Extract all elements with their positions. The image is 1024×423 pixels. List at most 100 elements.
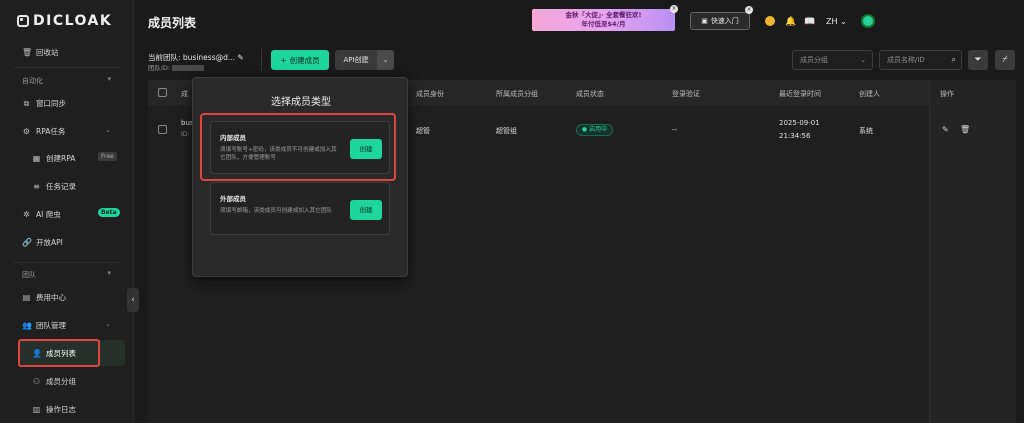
filter-icon: ⏷ bbox=[974, 55, 982, 65]
search-input[interactable]: 成员名称/ID ⌕ bbox=[879, 50, 962, 70]
select-placeholder: 成员分组 bbox=[800, 56, 828, 64]
status-label: 启用中 bbox=[589, 126, 608, 133]
current-team-label: 当前团队: business@d... bbox=[148, 53, 236, 62]
promo-line-1: 金秋「大促」· 全套餐狂欢! bbox=[565, 11, 642, 19]
book-icon[interactable]: 📖 bbox=[804, 17, 815, 27]
sidebar-item-create-rpa[interactable]: ▦ 创建RPA bbox=[32, 153, 76, 164]
sidebar-item-task-log[interactable]: ≡ 任务记录 bbox=[32, 181, 76, 192]
guide-icon: ▣ bbox=[701, 17, 708, 25]
sidebar-item-label: 操作日志 bbox=[46, 405, 76, 414]
sidebar-item-ai-crawler[interactable]: ✲ AI 爬虫 bbox=[22, 209, 61, 220]
page-title: 成员列表 bbox=[148, 16, 197, 30]
highlight-box bbox=[18, 339, 100, 367]
chevron-down-icon[interactable]: ⌄ bbox=[105, 320, 111, 328]
col-login-verify: 登录验证 bbox=[672, 90, 700, 98]
team-id-label: 团队ID: bbox=[148, 64, 171, 72]
robot-icon: ⚙ bbox=[22, 127, 31, 136]
chevron-down-icon[interactable]: ⌄ bbox=[105, 126, 111, 134]
chevron-down-icon: ⌄ bbox=[860, 56, 866, 64]
member-id: ID: bbox=[181, 131, 190, 138]
team-id: 团队ID: bbox=[148, 62, 205, 72]
row-checkbox[interactable] bbox=[158, 125, 167, 134]
coin-icon[interactable] bbox=[765, 16, 775, 26]
logo[interactable]: DICLOAK bbox=[17, 13, 112, 29]
external-member-title: 外部成员 bbox=[220, 195, 246, 203]
plus-icon: + bbox=[280, 55, 287, 65]
divider bbox=[14, 67, 120, 68]
promo-line-2: 年付低至$4/月 bbox=[581, 20, 626, 28]
sync-icon: ⧉ bbox=[23, 99, 30, 108]
promo-banner[interactable]: 金秋「大促」· 全套餐狂欢! 年付低至$4/月 bbox=[532, 9, 675, 31]
receipt-icon: ▤ bbox=[22, 293, 31, 302]
language-selector[interactable]: ZH ⌄ bbox=[826, 17, 847, 26]
logo-text: DICLOAK bbox=[33, 13, 113, 29]
create-external-button[interactable]: 创建 bbox=[350, 200, 382, 220]
list-icon: ≡ bbox=[33, 182, 40, 191]
sidebar-item-op-log[interactable]: ▥ 操作日志 bbox=[32, 404, 76, 415]
section-team: 团队 bbox=[22, 271, 36, 279]
quick-start-button[interactable]: ▣ 快速入门 bbox=[690, 12, 750, 30]
trash-icon: 🗑 bbox=[22, 48, 33, 57]
select-all-checkbox[interactable] bbox=[158, 88, 167, 97]
status-badge: ● 启用中 bbox=[576, 124, 613, 136]
sidebar-item-label: 费用中心 bbox=[36, 293, 66, 302]
sidebar-item-label: 回收站 bbox=[36, 48, 59, 57]
collapse-sidebar-button[interactable]: ‹ bbox=[127, 288, 139, 312]
bug-icon: ✲ bbox=[23, 210, 30, 219]
last-login-time: 21:34:56 bbox=[779, 132, 811, 140]
caret-down-icon[interactable]: ▾ bbox=[107, 269, 111, 277]
sidebar-item-label: RPA任务 bbox=[36, 127, 66, 136]
group-icon: ⚇ bbox=[32, 377, 41, 386]
caret-down-icon[interactable]: ▾ bbox=[107, 75, 111, 83]
create-member-button[interactable]: + 创建成员 bbox=[271, 50, 329, 70]
last-login-date: 2025-09-01 bbox=[779, 119, 820, 127]
create-member-label: 创建成员 bbox=[289, 55, 320, 65]
users-icon: 👥 bbox=[22, 321, 32, 330]
section-automation: 自动化 bbox=[22, 77, 43, 85]
col-status: 成员状态 bbox=[576, 90, 604, 98]
search-icon[interactable]: ⌕ bbox=[952, 51, 956, 69]
sidebar-item-open-api[interactable]: 🔗 开放API bbox=[22, 237, 63, 248]
sidebar-item-label: 成员分组 bbox=[46, 377, 76, 386]
highlight-box bbox=[200, 113, 396, 181]
sidebar-item-label: 团队管理 bbox=[36, 321, 66, 330]
col-identity: 成员身份 bbox=[416, 90, 444, 98]
sidebar-item-team-mgmt[interactable]: 👥 团队管理 bbox=[22, 320, 66, 331]
member-identity: 超管 bbox=[416, 127, 430, 135]
language-label: ZH bbox=[826, 17, 838, 26]
filter-button[interactable]: ⏷ bbox=[968, 50, 988, 70]
sidebar-item-billing[interactable]: ▤ 费用中心 bbox=[22, 292, 66, 303]
clear-button[interactable]: ⌿ bbox=[995, 50, 1015, 70]
avatar[interactable] bbox=[861, 14, 875, 28]
sidebar-item-rpa[interactable]: ⚙ RPA任务 bbox=[22, 126, 65, 137]
edit-icon[interactable]: ✎ bbox=[942, 125, 949, 134]
sidebar-item-label: 开放API bbox=[36, 238, 63, 247]
logo-icon bbox=[17, 15, 29, 27]
sidebar-item-label: 窗口同步 bbox=[36, 99, 66, 108]
col-creator: 创建人 bbox=[859, 90, 880, 98]
edit-icon[interactable]: ✎ bbox=[237, 53, 243, 62]
col-name: 成 bbox=[181, 90, 188, 98]
login-verify: -- bbox=[672, 126, 678, 134]
delete-icon[interactable]: 🗑 bbox=[960, 125, 970, 134]
free-badge: Free bbox=[98, 152, 117, 161]
sidebar-item-label: 创建RPA bbox=[46, 154, 76, 163]
sidebar-item-member-group[interactable]: ⚇ 成员分组 bbox=[32, 376, 76, 387]
col-group: 所属成员分组 bbox=[496, 90, 538, 98]
external-member-card[interactable]: 外部成员 须填写邮箱，该类成员可创建或加入其它团队 创建 bbox=[210, 182, 390, 235]
col-ops: 操作 bbox=[940, 90, 954, 98]
beta-badge: Beta bbox=[98, 208, 120, 217]
bell-icon[interactable]: 🔔 bbox=[785, 17, 796, 27]
chevron-down-icon[interactable]: ⌄ bbox=[377, 50, 394, 70]
sidebar: DICLOAK 🗑 回收站 自动化 ▾ ⧉ 窗口同步 ⚙ RPA任务 ⌄ ▦ 创… bbox=[0, 0, 134, 423]
sidebar-item-recycle[interactable]: 🗑 回收站 bbox=[22, 47, 59, 58]
log-icon: ▥ bbox=[32, 405, 41, 414]
rpa-icon: ▦ bbox=[32, 154, 41, 163]
api-create-button[interactable]: API创建 bbox=[335, 50, 377, 70]
member-group-select[interactable]: 成员分组 ⌄ bbox=[792, 50, 873, 70]
sidebar-item-window-sync[interactable]: ⧉ 窗口同步 bbox=[22, 98, 66, 109]
close-icon[interactable]: × bbox=[745, 6, 753, 14]
close-icon[interactable]: × bbox=[670, 5, 678, 13]
sidebar-item-label: AI 爬虫 bbox=[36, 210, 61, 219]
creator: 系统 bbox=[859, 127, 873, 135]
